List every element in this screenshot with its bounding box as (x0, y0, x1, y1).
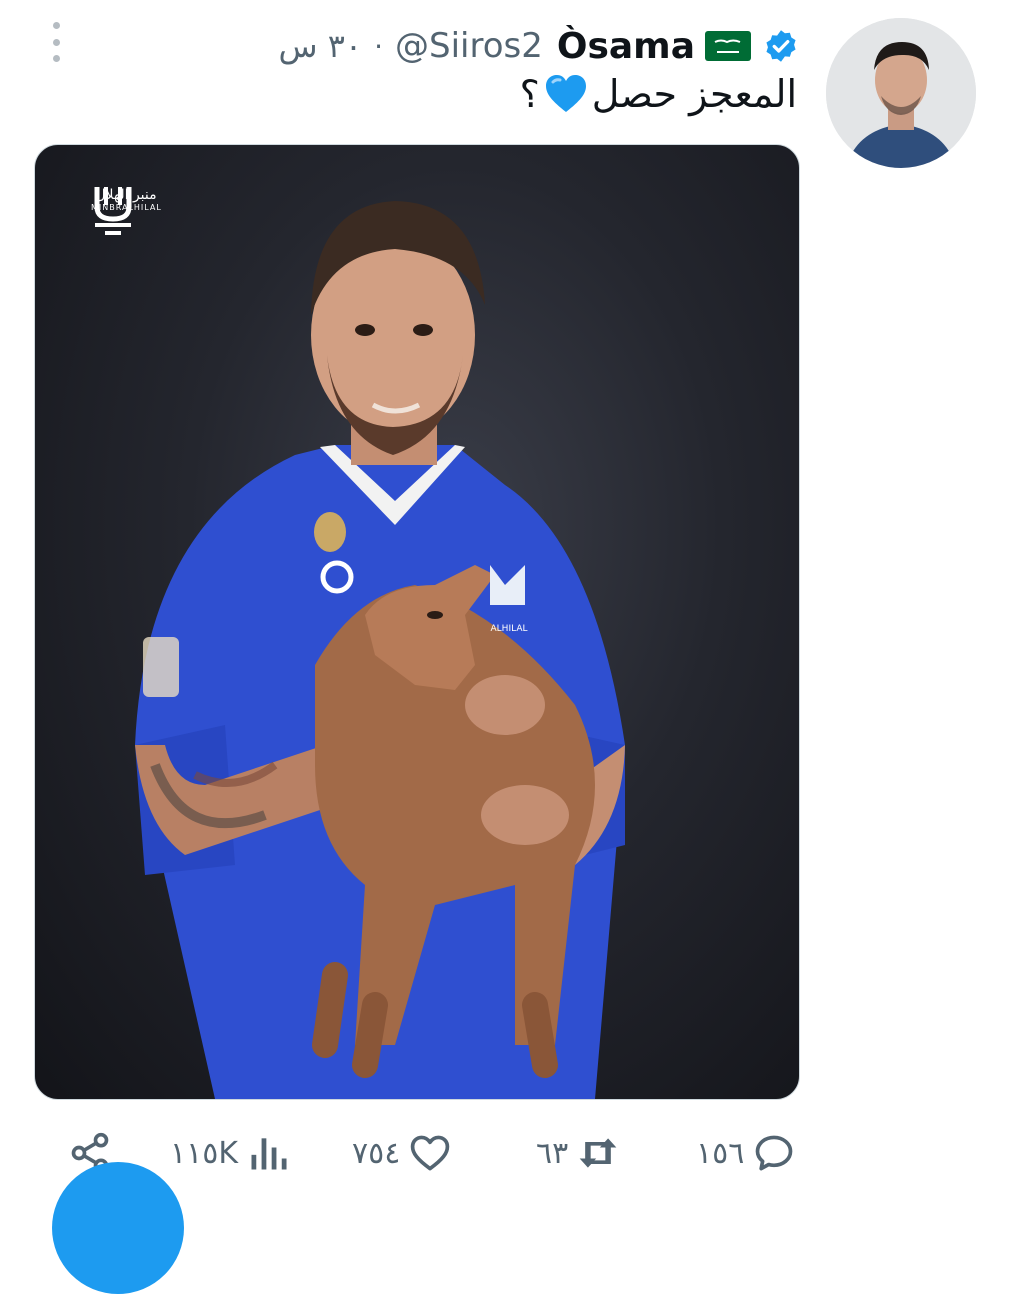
more-vertical-icon[interactable] (46, 22, 66, 62)
like-button[interactable]: ٧٥٤ (352, 1118, 452, 1188)
reply-count: ١٥٦ (696, 1135, 745, 1171)
reply-button[interactable]: ١٥٦ (696, 1118, 796, 1188)
heart-icon (411, 1135, 450, 1171)
reply-icon (756, 1135, 793, 1171)
user-handle[interactable]: @Siiros2 (395, 26, 543, 66)
avatar[interactable] (826, 18, 976, 168)
watermark-logo: منبر الهلال MINBRALHILAL (91, 183, 161, 235)
verified-badge-icon (766, 30, 796, 62)
separator-dot: · (374, 29, 383, 63)
photo-illustration: ALHILAL (135, 201, 625, 1099)
compose-tweet-button[interactable] (52, 1162, 184, 1294)
views-chart-icon (251, 1138, 287, 1170)
blue-heart-icon (545, 75, 586, 112)
retweet-button[interactable]: ٦٣ (536, 1118, 620, 1188)
retweet-count: ٦٣ (536, 1135, 569, 1171)
tweet-media-image[interactable]: ALHILAL منبر الهلال MINBRALHILAL (34, 144, 800, 1100)
tweet-time[interactable]: ٣٠ س (278, 27, 362, 65)
views-button[interactable]: ١١٥K (170, 1118, 290, 1188)
tweet-text-body: المعجز حصل (591, 72, 797, 116)
views-count: ١١٥K (170, 1135, 239, 1171)
retweet-icon (579, 1138, 617, 1168)
display-name[interactable]: Òsama (557, 26, 695, 67)
minbar-logo-icon (94, 187, 132, 235)
tweet: ٣٠ س · @Siiros2 Òsama المعجز حصل ؟ ALHIL… (0, 0, 1009, 1294)
tweet-text-suffix: ؟ (519, 72, 540, 116)
tweet-text: المعجز حصل ؟ (197, 72, 797, 116)
saudi-flag-icon (705, 31, 751, 61)
tweet-header: ٣٠ س · @Siiros2 Òsama (278, 22, 799, 70)
like-count: ٧٥٤ (352, 1135, 401, 1171)
jersey-club-text: ALHILAL (491, 624, 528, 634)
